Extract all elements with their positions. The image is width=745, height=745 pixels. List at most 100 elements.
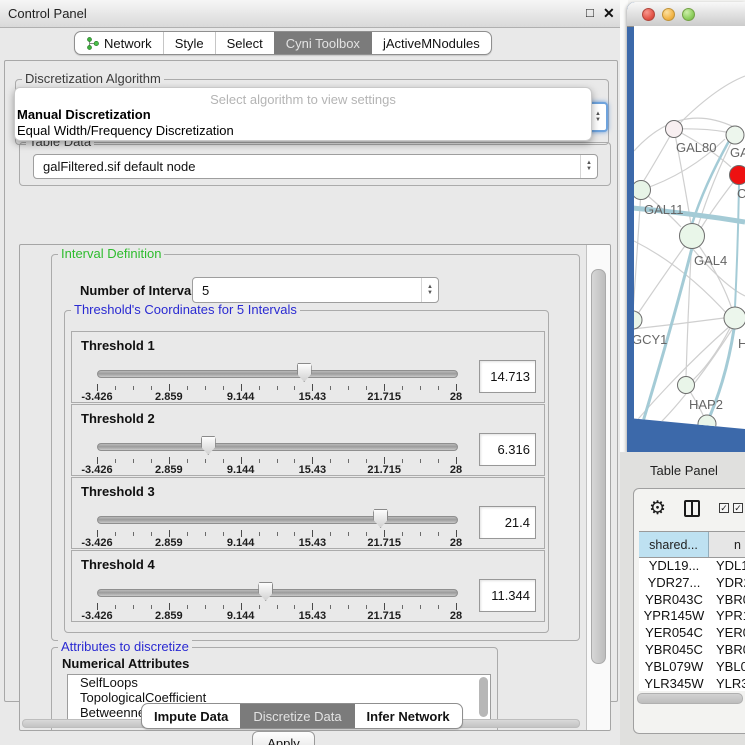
table-row[interactable]: YDR27...YDR2	[639, 575, 745, 592]
threshold-value-field[interactable]: 11.344	[479, 579, 536, 612]
network-node-ga[interactable]	[726, 126, 744, 144]
cell-name[interactable]: YLR3	[709, 676, 745, 691]
slider-thumb[interactable]	[297, 363, 312, 382]
tab-impute-data[interactable]: Impute Data	[142, 704, 240, 728]
tick-mark	[133, 386, 134, 390]
tick-mark	[312, 457, 313, 464]
threshold-slider[interactable]: -3.4262.8599.14415.4321.71528	[97, 436, 456, 474]
tick-mark	[348, 532, 349, 536]
cell-name[interactable]: YBR0	[709, 592, 745, 609]
column-header-shared-name[interactable]: shared...	[639, 532, 709, 557]
tab-cyni-toolbox[interactable]: Cyni Toolbox	[274, 32, 371, 54]
table-header-row: shared... n	[639, 531, 745, 558]
gear-icon[interactable]: ⚙	[649, 497, 666, 520]
mac-minimize-button[interactable]	[662, 8, 675, 21]
tick-mark	[223, 532, 224, 536]
close-panel-icon[interactable]: ✕	[603, 5, 615, 22]
table-row[interactable]: YDL19...YDL1	[639, 558, 745, 575]
tick-mark	[294, 459, 295, 463]
vertical-scrollbar[interactable]	[586, 245, 610, 730]
algorithm-dropdown-popup: Select algorithm to view settings Manual…	[14, 87, 592, 141]
checkbox-icon[interactable]: ✓	[719, 503, 729, 513]
slider-track[interactable]	[97, 516, 458, 524]
mac-close-button[interactable]	[642, 8, 655, 21]
node-label-c: C	[737, 186, 745, 201]
cell-shared-name[interactable]: YDR27...	[639, 575, 709, 592]
algorithm-option-equal-width-frequency-discretization[interactable]: Equal Width/Frequency Discretization	[17, 123, 234, 138]
number-of-intervals-combobox[interactable]: 5 ▲▼	[192, 277, 439, 303]
list-scrollbar[interactable]	[479, 677, 488, 717]
tick-mark	[330, 605, 331, 609]
network-node-gal4[interactable]	[680, 224, 705, 249]
threshold-value-field[interactable]: 6.316	[479, 433, 536, 466]
threshold-slider[interactable]: -3.4262.8599.14415.4321.71528	[97, 363, 456, 401]
control-panel-titlebar: Control Panel □ ✕	[0, 0, 620, 28]
slider-track[interactable]	[97, 589, 458, 597]
tab-style[interactable]: Style	[163, 32, 215, 54]
table-row[interactable]: YBR043CYBR0	[639, 592, 745, 609]
cell-name[interactable]: YER0	[709, 625, 745, 642]
attribute-item-selfloops[interactable]: SelfLoops	[68, 675, 490, 690]
column-header-name[interactable]: n	[709, 532, 745, 557]
network-node-gal80[interactable]	[666, 121, 683, 138]
network-canvas[interactable]: GAL80GACGAL11GAL4GCY1HHAP2	[634, 26, 745, 429]
tick-mark	[312, 530, 313, 537]
cell-shared-name[interactable]: YBR043C	[639, 592, 709, 609]
checkbox-icon[interactable]: ✓	[733, 503, 743, 513]
table-row[interactable]: YLR345WYLR3	[639, 676, 745, 691]
table-data-combobox[interactable]: galFiltered.sif default node ▲▼	[33, 154, 598, 179]
tab-label: jActiveMNodules	[383, 36, 480, 51]
tab-jactivemnodules[interactable]: jActiveMNodules	[371, 32, 491, 54]
cell-shared-name[interactable]: YBR045C	[639, 642, 709, 659]
table-row[interactable]: YBR045CYBR0	[639, 642, 745, 659]
slider-thumb[interactable]	[201, 436, 216, 455]
tab-select[interactable]: Select	[215, 32, 274, 54]
tick-mark	[205, 459, 206, 463]
split-columns-icon[interactable]	[684, 500, 700, 517]
apply-button[interactable]: Apply	[252, 731, 315, 745]
slider-track[interactable]	[97, 443, 458, 451]
cell-name[interactable]: YBL0	[709, 659, 745, 676]
table-row[interactable]: YBL079WYBL0	[639, 659, 745, 676]
cell-shared-name[interactable]: YBL079W	[639, 659, 709, 676]
cell-shared-name[interactable]: YER054C	[639, 625, 709, 642]
cell-shared-name[interactable]: YLR345W	[639, 676, 709, 691]
threshold-slider[interactable]: -3.4262.8599.14415.4321.71528	[97, 582, 456, 620]
table-horizontal-scrollbar[interactable]	[637, 693, 743, 704]
network-node-gcy1[interactable]	[634, 311, 642, 329]
table-panel-box: ⚙ ✓ ✓ shared... n YDL19...YDL1YDR27...YD…	[633, 488, 745, 734]
cell-name[interactable]: YDR2	[709, 575, 745, 592]
slider-tick-labels: -3.4262.8599.14415.4321.71528	[97, 537, 456, 549]
slider-thumb[interactable]	[258, 582, 273, 601]
tab-discretize-data[interactable]: Discretize Data	[240, 704, 353, 728]
cell-shared-name[interactable]: YDL19...	[639, 558, 709, 575]
tab-infer-network[interactable]: Infer Network	[354, 704, 462, 728]
network-node[interactable]	[698, 415, 716, 429]
cell-name[interactable]: YDL1	[709, 558, 745, 575]
top-tab-strip: NetworkStyleSelectCyni Toolbox jActiveMNo…	[74, 31, 492, 55]
table-row[interactable]: YER054CYER0	[639, 625, 745, 642]
bottom-tab-strip: Impute DataDiscretize DataInfer Network	[141, 703, 463, 729]
network-node-c[interactable]	[730, 166, 745, 185]
scrollbar-thumb[interactable]	[591, 269, 606, 664]
cell-shared-name[interactable]: YPR145W	[639, 608, 709, 625]
table-row[interactable]: YPR145WYPR1	[639, 608, 745, 625]
float-window-icon[interactable]: □	[586, 5, 594, 20]
slider-track[interactable]	[97, 370, 458, 378]
threshold-value-field[interactable]: 21.4	[479, 506, 536, 539]
algorithm-option-manual-discretization[interactable]: Manual Discretization	[17, 107, 151, 122]
network-node-gal11[interactable]	[634, 181, 651, 200]
tab-network[interactable]: Network	[75, 32, 163, 54]
cell-name[interactable]: YBR0	[709, 642, 745, 659]
slider-thumb[interactable]	[373, 509, 388, 528]
network-node-hap2[interactable]	[678, 377, 695, 394]
tick-mark	[330, 459, 331, 463]
network-node-h[interactable]	[724, 307, 745, 329]
threshold-slider[interactable]: -3.4262.8599.14415.4321.71528	[97, 509, 456, 547]
cell-name[interactable]: YPR1	[709, 608, 745, 625]
node-label-gcy1: GCY1	[634, 332, 667, 347]
mac-zoom-button[interactable]	[682, 8, 695, 21]
threshold-value-field[interactable]: 14.713	[479, 360, 536, 393]
tick-label: 28	[450, 464, 462, 476]
tick-mark	[133, 459, 134, 463]
